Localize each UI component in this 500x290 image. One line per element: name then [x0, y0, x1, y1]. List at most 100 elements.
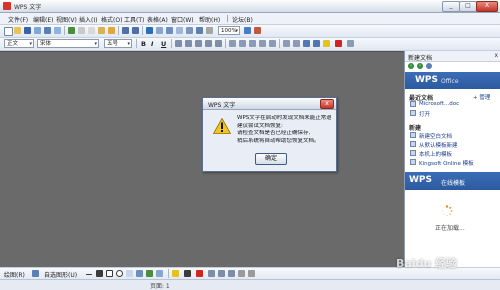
template-icon	[410, 141, 416, 147]
columns-icon[interactable]	[176, 27, 183, 34]
align-center-icon[interactable]	[185, 40, 192, 47]
undo-icon[interactable]	[122, 27, 129, 34]
dialog-close-button[interactable]: x	[320, 99, 334, 109]
highlight-icon[interactable]	[323, 40, 330, 47]
draw-menu-button[interactable]: 绘图(R)	[4, 270, 25, 279]
shadow-icon[interactable]	[238, 270, 245, 277]
dialog-title-bar: WPS 文字 x	[203, 98, 336, 110]
line-style-icon[interactable]	[208, 270, 215, 277]
rectangle-icon[interactable]	[106, 270, 113, 277]
zoom-select[interactable]: 100% ▾	[218, 26, 240, 35]
font-select[interactable]: 宋体 ▾	[37, 39, 99, 48]
toolbar-separator	[225, 39, 226, 48]
clip-art-icon[interactable]	[146, 270, 153, 277]
save-icon[interactable]	[24, 27, 31, 34]
print-preview-icon[interactable]	[54, 27, 61, 34]
menu-help[interactable]: 帮助(H)	[199, 15, 220, 24]
border-icon[interactable]	[283, 40, 290, 47]
menu-table[interactable]: 表格(A)	[147, 15, 168, 24]
spellcheck-icon[interactable]	[68, 27, 75, 34]
document-map-icon[interactable]	[196, 27, 203, 34]
show-hide-icon[interactable]	[206, 27, 213, 34]
menu-view[interactable]: 视图(V)	[56, 15, 77, 24]
bullets-icon[interactable]	[249, 40, 256, 47]
new-from-default-template-link[interactable]: 从默认模板新建	[419, 141, 458, 149]
table-icon[interactable]	[156, 27, 163, 34]
autoshapes-menu-button[interactable]: 自选图形(U)	[44, 270, 77, 279]
document-icon	[410, 101, 416, 107]
text-box-icon[interactable]	[126, 270, 133, 277]
new-blank-document-link[interactable]: 新建空白文档	[419, 132, 452, 140]
manage-link[interactable]: + 管理	[473, 93, 490, 101]
back-arrow-icon[interactable]: ‹	[408, 63, 414, 69]
arrow-icon[interactable]	[96, 270, 103, 277]
kingsoft-online-templates-link[interactable]: Kingsoft Online 模板	[419, 159, 474, 167]
menu-format[interactable]: 格式(O)	[101, 15, 122, 24]
menu-forum[interactable]: 论坛(B)	[232, 15, 253, 24]
ok-button[interactable]: 确定	[255, 153, 287, 165]
menu-window[interactable]: 窗口(W)	[171, 15, 194, 24]
forward-arrow-icon[interactable]: ›	[417, 63, 423, 69]
distribute-icon[interactable]	[215, 40, 222, 47]
shading-icon[interactable]	[293, 40, 300, 47]
print-icon[interactable]	[44, 27, 51, 34]
zoom-value: 100%	[221, 28, 237, 34]
line-spacing-icon[interactable]	[229, 40, 236, 47]
home-icon[interactable]	[426, 63, 432, 69]
redo-icon[interactable]	[132, 27, 139, 34]
picture-icon[interactable]	[156, 270, 163, 277]
copy-icon[interactable]	[88, 27, 95, 34]
format-painter-icon[interactable]	[108, 27, 115, 34]
font-color-icon[interactable]	[335, 40, 342, 47]
close-button[interactable]: X	[476, 1, 498, 12]
wordart-icon[interactable]	[136, 270, 143, 277]
cut-icon[interactable]	[78, 27, 85, 34]
menu-insert[interactable]: 插入(I)	[79, 15, 97, 24]
task-pane-nav: ‹ ›	[405, 62, 500, 71]
bold-button[interactable]: B	[141, 40, 146, 48]
oval-icon[interactable]	[116, 270, 123, 277]
menu-edit[interactable]: 编辑(E)	[33, 15, 53, 24]
draw-font-color-icon[interactable]	[196, 270, 203, 277]
task-pane-close-button[interactable]: x	[494, 52, 498, 59]
style-select[interactable]: 正文 ▾	[4, 39, 34, 48]
menu-file[interactable]: 文件(F)	[8, 15, 28, 24]
dash-style-icon[interactable]	[218, 270, 225, 277]
character-scale-icon[interactable]	[347, 40, 354, 47]
open-link[interactable]: 打开	[419, 110, 430, 118]
decrease-indent-icon[interactable]	[259, 40, 266, 47]
insert-table-icon[interactable]	[166, 27, 173, 34]
fill-color-icon[interactable]	[172, 270, 179, 277]
wps-app-icon	[3, 2, 11, 10]
menu-tools[interactable]: 工具(T)	[124, 15, 144, 24]
maximize-button[interactable]: □	[459, 1, 477, 12]
paste-icon[interactable]	[98, 27, 105, 34]
wps-online-icon[interactable]	[254, 27, 261, 34]
recent-document-link[interactable]: Microsoft...doc	[419, 101, 459, 107]
line-color-icon[interactable]	[184, 270, 191, 277]
justify-icon[interactable]	[205, 40, 212, 47]
font-size-select[interactable]: 五号 ▾	[104, 39, 132, 48]
new-document-icon[interactable]	[4, 27, 13, 36]
italic-button[interactable]: I	[151, 40, 153, 48]
numbering-icon[interactable]	[239, 40, 246, 47]
help-icon[interactable]	[244, 27, 251, 34]
increase-indent-icon[interactable]	[269, 40, 276, 47]
arrow-style-icon[interactable]	[228, 270, 235, 277]
hyperlink-icon[interactable]	[146, 27, 153, 34]
chevron-down-icon: ▾	[94, 41, 97, 47]
line-icon[interactable]	[86, 274, 92, 275]
select-objects-icon[interactable]	[32, 270, 39, 277]
align-right-icon[interactable]	[195, 40, 202, 47]
mail-icon[interactable]	[34, 27, 41, 34]
superscript-icon[interactable]	[303, 40, 310, 47]
subscript-icon[interactable]	[313, 40, 320, 47]
open-folder-icon[interactable]	[14, 27, 21, 34]
minimize-button[interactable]: _	[442, 1, 460, 12]
align-left-icon[interactable]	[175, 40, 182, 47]
local-templates-link[interactable]: 本机上的模板	[419, 150, 452, 158]
3d-icon[interactable]	[248, 270, 255, 277]
dialog-title: WPS 文字	[208, 102, 236, 109]
drawing-icon[interactable]	[186, 27, 193, 34]
underline-button[interactable]: U	[161, 40, 166, 48]
